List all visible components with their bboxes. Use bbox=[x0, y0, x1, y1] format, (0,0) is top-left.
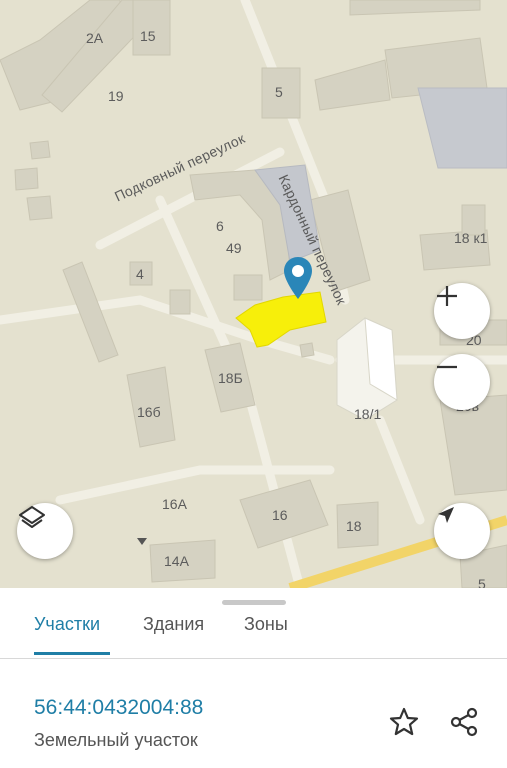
layers-icon bbox=[19, 506, 45, 528]
house-label: 19 bbox=[108, 88, 124, 104]
drag-handle[interactable] bbox=[222, 600, 286, 605]
share-icon bbox=[450, 707, 478, 737]
layers-button[interactable] bbox=[17, 503, 73, 559]
tab-parcels[interactable]: Участки bbox=[34, 614, 100, 635]
zoom-out-icon bbox=[437, 365, 457, 369]
tab-buildings[interactable]: Здания bbox=[143, 614, 204, 635]
star-icon bbox=[389, 707, 419, 736]
my-location-button[interactable] bbox=[434, 503, 490, 559]
house-label: 6 bbox=[216, 218, 224, 234]
favorite-button[interactable] bbox=[386, 704, 422, 740]
share-button[interactable] bbox=[446, 704, 482, 740]
house-label: 2А bbox=[86, 30, 104, 46]
house-label: 18Б bbox=[218, 370, 243, 386]
zoom-in-icon bbox=[437, 286, 457, 306]
house-label: 18 к1 bbox=[454, 230, 488, 246]
house-label: 18/1 bbox=[354, 406, 382, 422]
house-label: 5 bbox=[478, 576, 486, 588]
map-pin-icon[interactable] bbox=[283, 256, 313, 300]
zoom-in-button[interactable] bbox=[434, 283, 490, 339]
house-label: 15 bbox=[140, 28, 156, 44]
bottom-sheet: Участки Здания Зоны 56:44:0432004:88 Зем… bbox=[0, 588, 507, 768]
house-label: 16 bbox=[272, 507, 288, 523]
navigation-arrow-icon bbox=[438, 507, 454, 523]
house-label: 16А bbox=[162, 496, 187, 512]
house-label: 5 bbox=[275, 84, 283, 100]
house-label: 14А bbox=[164, 553, 189, 569]
divider bbox=[0, 658, 507, 659]
house-label: 49 bbox=[226, 240, 242, 256]
zoom-out-button[interactable] bbox=[434, 354, 490, 410]
house-label: 16б bbox=[137, 404, 161, 420]
house-label: 18 bbox=[346, 518, 362, 534]
active-tab-indicator bbox=[34, 652, 110, 655]
map-canvas bbox=[0, 0, 507, 588]
parcel-type-label: Земельный участок bbox=[34, 730, 198, 750]
house-label: 4 bbox=[136, 266, 144, 282]
cadastral-number-link[interactable]: 56:44:0432004:88 bbox=[34, 696, 203, 720]
tab-zones[interactable]: Зоны bbox=[244, 614, 288, 635]
map-view[interactable]: Подковный переулок Кардонный переулок 2А… bbox=[0, 0, 507, 588]
